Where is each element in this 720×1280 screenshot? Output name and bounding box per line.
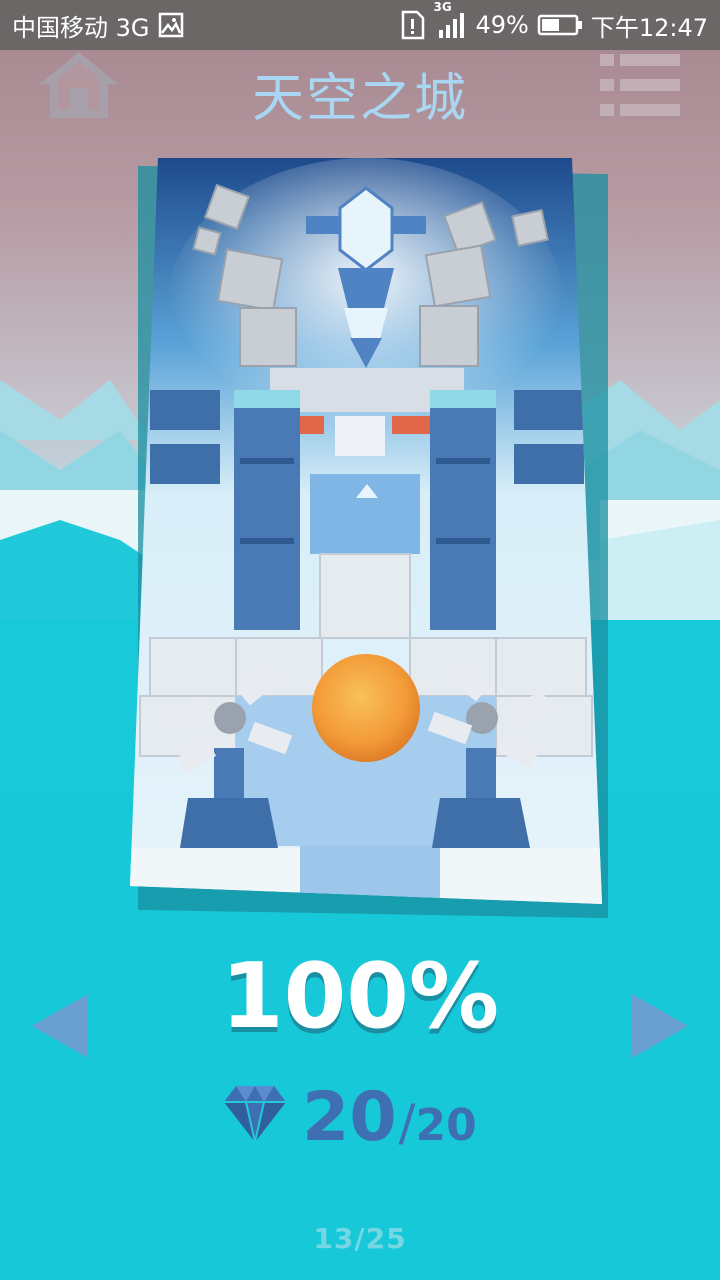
header: 天空之城 bbox=[0, 50, 720, 130]
triangle-right-icon bbox=[632, 994, 688, 1058]
image-icon bbox=[158, 12, 184, 38]
next-level-button[interactable] bbox=[630, 992, 690, 1060]
previous-level-button[interactable] bbox=[30, 992, 90, 1060]
clock: 下午12:47 bbox=[590, 13, 708, 42]
carrier-label: 中国移动 3G bbox=[12, 13, 150, 42]
list-menu-icon bbox=[600, 54, 680, 116]
gems-collected: 20 bbox=[302, 1078, 397, 1157]
status-bar: 中国移动 3G 3G 49% 下午12:47 bbox=[0, 0, 720, 50]
gem-icon bbox=[224, 1086, 286, 1143]
battery-icon bbox=[537, 13, 583, 37]
level-preview-card[interactable] bbox=[130, 158, 602, 904]
triangle-left-icon bbox=[32, 994, 88, 1058]
completion-percent: 100% bbox=[220, 944, 500, 1049]
gem-counter: 20 / 20 bbox=[222, 1068, 477, 1158]
level-preview-image bbox=[130, 158, 602, 904]
battery-percent: 49% bbox=[475, 11, 529, 39]
page-indicator: 13/25 bbox=[313, 1222, 407, 1255]
gems-total: 20 bbox=[415, 1100, 477, 1151]
sim-alert-icon bbox=[399, 10, 425, 40]
network-type-badge: 3G bbox=[433, 0, 452, 14]
signal-icon: 3G bbox=[433, 0, 467, 40]
menu-button[interactable] bbox=[598, 54, 682, 116]
gems-separator: / bbox=[398, 1094, 416, 1152]
